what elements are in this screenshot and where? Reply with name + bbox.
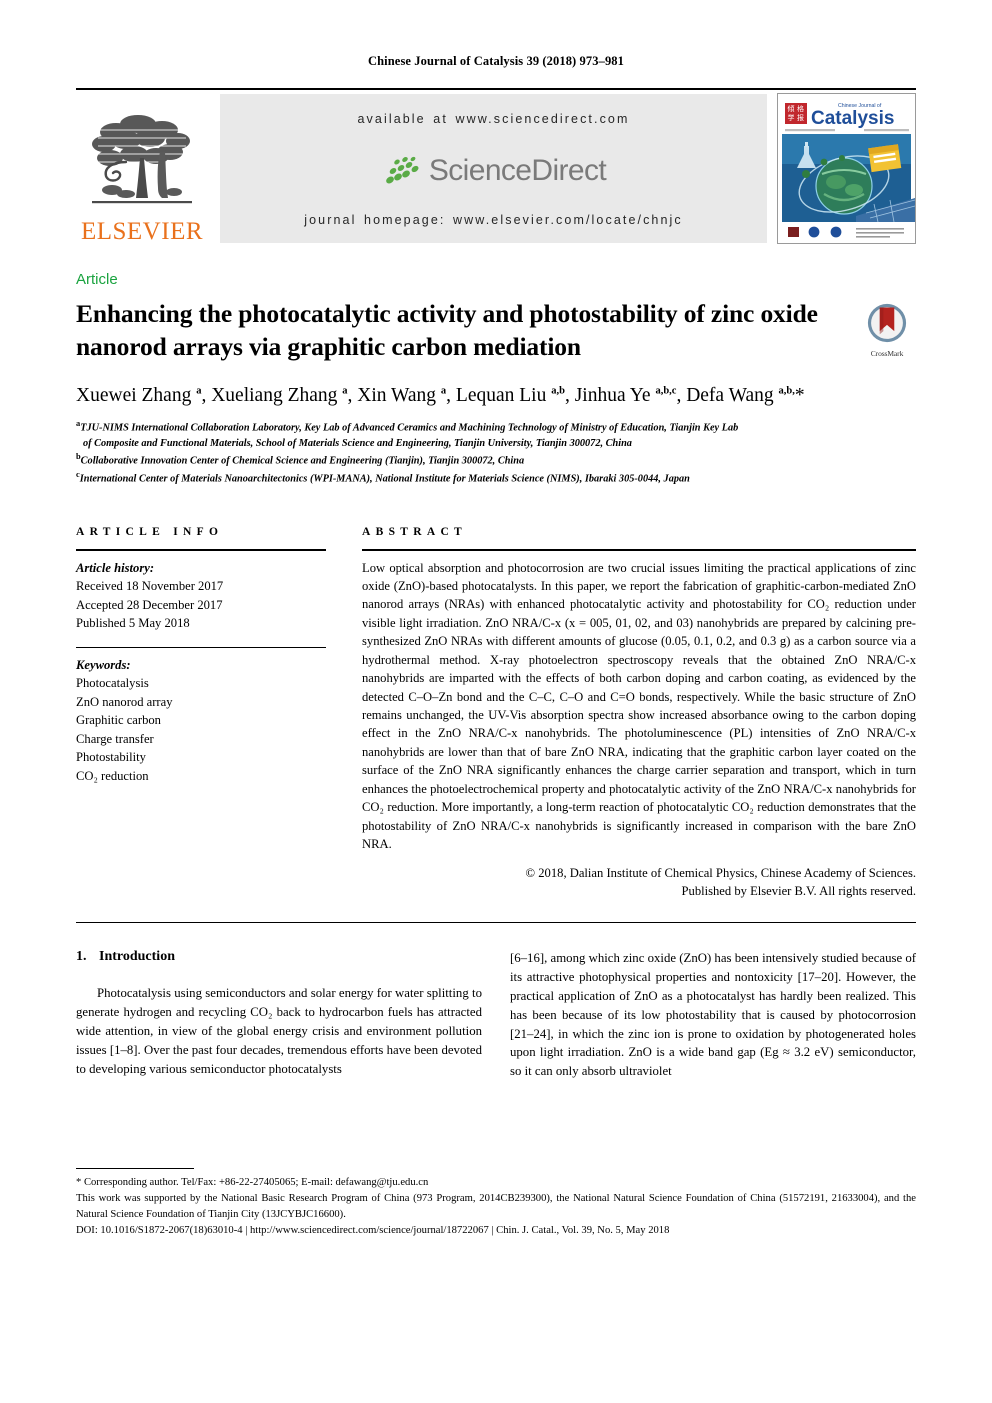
abstract-column: ABSTRACT Low optical absorption and phot… bbox=[362, 526, 916, 901]
page-title: Enhancing the photocatalytic activity an… bbox=[76, 299, 818, 362]
affiliation-a: aTJU-NIMS International Collaboration La… bbox=[76, 418, 916, 436]
keyword-item: Graphitic carbon bbox=[76, 713, 161, 727]
copyright-line-2: Published by Elsevier B.V. All rights re… bbox=[681, 883, 916, 898]
affiliation-text: TJU-NIMS International Collaboration Lab… bbox=[80, 422, 739, 434]
history-accepted: Accepted 28 December 2017 bbox=[76, 597, 223, 612]
svg-text:报: 报 bbox=[797, 113, 804, 122]
section-number: 1. bbox=[76, 949, 87, 965]
body-columns: 1. Introduction Photocatalysis using semi… bbox=[76, 949, 916, 1081]
journal-homepage-text[interactable]: journal homepage: www.elsevier.com/locat… bbox=[304, 213, 683, 227]
elsevier-wordmark: ELSEVIER bbox=[80, 218, 204, 245]
abstract-heading: ABSTRACT bbox=[362, 525, 468, 538]
article-info-column: ARTICLE INFO Article history: Received 1… bbox=[76, 526, 326, 901]
abstract-body: Low optical absorption and photocorrosio… bbox=[362, 551, 916, 854]
keywords-label: Keywords: bbox=[76, 657, 131, 672]
svg-text:学: 学 bbox=[788, 113, 795, 122]
running-head: Chinese Journal of Catalysis 39 (2018) 9… bbox=[368, 54, 624, 68]
keyword-item: Photocatalysis bbox=[76, 676, 149, 690]
article-history-label: Article history: bbox=[76, 560, 155, 575]
elsevier-tree-icon bbox=[86, 106, 198, 218]
keyword-item: CO₂ reduction bbox=[76, 768, 149, 783]
svg-text:格: 格 bbox=[797, 104, 804, 113]
abstract-text: Low optical absorption and photocorrosio… bbox=[362, 560, 916, 852]
svg-text:Catalysis: Catalysis bbox=[811, 108, 894, 129]
paper-page: Chinese Journal of Catalysis 39 (2018) 9… bbox=[0, 0, 992, 1403]
doi-note[interactable]: DOI: 10.1016/S1872-2067(18)63010-4 | htt… bbox=[76, 1223, 916, 1239]
svg-text:傾: 傾 bbox=[788, 104, 795, 113]
author-list: Xuewei Zhang a, Xueliang Zhang a, Xin Wa… bbox=[76, 385, 805, 407]
sciencedirect-wordmark: ScienceDirect bbox=[428, 153, 607, 187]
sciencedirect-band: available at www.sciencedirect.com Scien… bbox=[220, 94, 767, 243]
history-published: Published 5 May 2018 bbox=[76, 616, 190, 630]
affiliation-a-cont: of Composite and Functional Materials, S… bbox=[83, 437, 632, 449]
article-type-label: Article bbox=[76, 271, 118, 288]
affiliation-c: cInternational Center of Materials Nanoa… bbox=[76, 469, 916, 487]
keyword-item: Photostability bbox=[76, 750, 146, 764]
elsevier-logo: ELSEVIER bbox=[76, 90, 208, 247]
section-title: Introduction bbox=[99, 949, 175, 965]
footnote-divider bbox=[76, 1168, 194, 1169]
affiliation-text: International Center of Materials Nanoar… bbox=[79, 473, 690, 485]
info-abstract-section: ARTICLE INFO Article history: Received 1… bbox=[76, 526, 916, 901]
affiliation-text: Collaborative Innovation Center of Chemi… bbox=[80, 455, 525, 467]
body-column-right: [6–16], among which zinc oxide (ZnO) has… bbox=[510, 949, 916, 1081]
title-row: Enhancing the photocatalytic activity an… bbox=[76, 297, 916, 363]
sciencedirect-leaves-icon bbox=[381, 156, 423, 186]
corresponding-author-note: * Corresponding author. Tel/Fax: +86-22-… bbox=[76, 1177, 429, 1188]
affiliation-b: bCollaborative Innovation Center of Chem… bbox=[76, 451, 916, 469]
body-column-left: 1. Introduction Photocatalysis using semi… bbox=[76, 949, 482, 1081]
journal-cover-thumbnail: 傾格 学报 Chinese Journal of Catalysis bbox=[777, 93, 916, 244]
history-received: Received 18 November 2017 bbox=[76, 579, 224, 593]
footnote-block: * Corresponding author. Tel/Fax: +86-22-… bbox=[76, 1168, 916, 1239]
funding-note: This work was supported by the National … bbox=[76, 1192, 916, 1220]
article-info-heading: ARTICLE INFO bbox=[76, 525, 224, 538]
copyright-notice: © 2018, Dalian Institute of Chemical Phy… bbox=[362, 864, 916, 901]
available-at-text: available at www.sciencedirect.com bbox=[357, 112, 630, 126]
section-divider bbox=[76, 922, 916, 924]
affiliation-list: aTJU-NIMS International Collaboration La… bbox=[76, 418, 916, 488]
crossmark-icon bbox=[867, 303, 907, 343]
section-heading-introduction: 1. Introduction bbox=[76, 949, 482, 965]
copyright-line-1: © 2018, Dalian Institute of Chemical Phy… bbox=[525, 865, 916, 880]
keyword-item: ZnO nanorod array bbox=[76, 694, 173, 709]
intro-paragraph-left: Photocatalysis using semiconductors and … bbox=[76, 986, 482, 1076]
crossmark-badge[interactable]: CrossMark bbox=[858, 297, 916, 358]
sciencedirect-logo[interactable]: ScienceDirect bbox=[381, 153, 607, 187]
intro-paragraph-right: [6–16], among which zinc oxide (ZnO) has… bbox=[510, 951, 916, 1079]
keyword-list: Keywords: Photocatalysis ZnO nanorod arr… bbox=[76, 648, 326, 786]
keyword-item: Charge transfer bbox=[76, 731, 154, 746]
article-history: Article history: Received 18 November 20… bbox=[76, 551, 326, 633]
crossmark-label: CrossMark bbox=[870, 349, 904, 358]
journal-masthead: ELSEVIER available at www.sciencedirect.… bbox=[76, 88, 916, 247]
